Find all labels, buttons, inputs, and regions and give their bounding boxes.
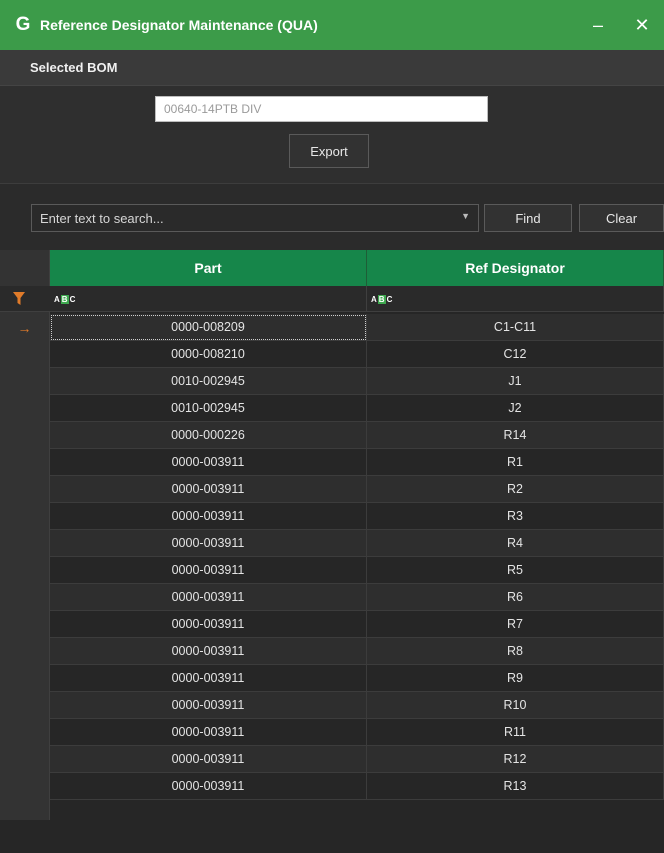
row-indicator[interactable] xyxy=(0,773,50,800)
ref-designator-cell[interactable]: J2 xyxy=(367,395,664,422)
ref-designator-cell[interactable]: C12 xyxy=(367,341,664,368)
ref-designator-cell[interactable]: R12 xyxy=(367,746,664,773)
filter-cell-part[interactable]: ABC xyxy=(50,286,367,312)
ref-designator-cell[interactable]: R4 xyxy=(367,530,664,557)
part-cell[interactable]: 0000-008210 xyxy=(50,341,367,368)
search-input[interactable]: Enter text to search... ▼ xyxy=(31,204,479,232)
focused-row-arrow-icon[interactable]: → xyxy=(0,314,50,341)
table-row[interactable]: 0000-003911 R10 xyxy=(0,692,664,719)
ref-designator-cell[interactable]: R3 xyxy=(367,503,664,530)
table-row[interactable]: 0000-003911 R4 xyxy=(0,530,664,557)
part-cell[interactable]: 0010-002945 xyxy=(50,395,367,422)
row-indicator[interactable] xyxy=(0,368,50,395)
window-title: Reference Designator Maintenance (QUA) xyxy=(40,17,318,33)
ref-designator-grid: Part Ref Designator ABC ABC → 0000-008209… xyxy=(0,250,664,853)
ref-designator-cell[interactable]: R1 xyxy=(367,449,664,476)
row-indicator[interactable] xyxy=(0,422,50,449)
row-indicator[interactable] xyxy=(0,638,50,665)
minimize-button[interactable]: – xyxy=(576,0,620,50)
part-cell[interactable]: 0010-002945 xyxy=(50,368,367,395)
part-cell[interactable]: 0000-003911 xyxy=(50,611,367,638)
ref-designator-cell[interactable]: R11 xyxy=(367,719,664,746)
row-indicator[interactable] xyxy=(0,449,50,476)
filter-cell-ref-designator[interactable]: ABC xyxy=(367,286,664,312)
part-cell[interactable]: 0000-003911 xyxy=(50,719,367,746)
ref-designator-cell[interactable]: R2 xyxy=(367,476,664,503)
ref-designator-cell[interactable]: J1 xyxy=(367,368,664,395)
filter-icon[interactable] xyxy=(13,292,25,306)
row-indicator[interactable] xyxy=(0,530,50,557)
part-cell[interactable]: 0000-003911 xyxy=(50,476,367,503)
selected-bom-header: Selected BOM xyxy=(0,50,664,86)
table-row[interactable]: 0000-003911 R7 xyxy=(0,611,664,638)
row-indicator[interactable] xyxy=(0,746,50,773)
bom-field[interactable]: 00640-14PTB DIV xyxy=(155,96,488,122)
row-indicator[interactable] xyxy=(0,557,50,584)
ref-designator-cell[interactable]: R8 xyxy=(367,638,664,665)
table-row[interactable]: 0010-002945 J2 xyxy=(0,395,664,422)
table-row[interactable]: 0000-003911 R13 xyxy=(0,773,664,800)
find-button[interactable]: Find xyxy=(484,204,572,232)
row-indicator[interactable] xyxy=(0,503,50,530)
ref-designator-cell[interactable]: R9 xyxy=(367,665,664,692)
table-row[interactable]: 0000-008210 C12 xyxy=(0,341,664,368)
table-row[interactable]: 0000-003911 R8 xyxy=(0,638,664,665)
part-cell[interactable]: 0000-008209 xyxy=(50,314,367,341)
table-row[interactable]: 0000-003911 R11 xyxy=(0,719,664,746)
column-header-ref-designator[interactable]: Ref Designator xyxy=(367,250,664,286)
clear-button[interactable]: Clear xyxy=(579,204,664,232)
part-cell[interactable]: 0000-003911 xyxy=(50,665,367,692)
dropdown-arrow-icon[interactable]: ▼ xyxy=(461,211,470,221)
title-bar: G Reference Designator Maintenance (QUA)… xyxy=(0,0,664,50)
row-indicator[interactable] xyxy=(0,584,50,611)
table-row[interactable]: 0000-000226 R14 xyxy=(0,422,664,449)
app-logo-icon: G xyxy=(15,14,31,35)
row-indicator[interactable] xyxy=(0,341,50,368)
ref-designator-cell[interactable]: R5 xyxy=(367,557,664,584)
part-cell[interactable]: 0000-003911 xyxy=(50,557,367,584)
table-row[interactable]: 0000-003911 R5 xyxy=(0,557,664,584)
row-indicator[interactable] xyxy=(0,719,50,746)
search-placeholder: Enter text to search... xyxy=(40,210,164,226)
part-cell[interactable]: 0000-003911 xyxy=(50,530,367,557)
table-row[interactable]: → 0000-008209 C1-C11 xyxy=(0,314,664,341)
table-row[interactable]: 0000-003911 R9 xyxy=(0,665,664,692)
export-button[interactable]: Export xyxy=(289,134,369,168)
auto-filter-row: ABC ABC xyxy=(0,286,664,312)
close-button[interactable]: ✕ xyxy=(620,0,664,50)
row-indicator[interactable] xyxy=(0,395,50,422)
part-cell[interactable]: 0000-003911 xyxy=(50,773,367,800)
row-indicator[interactable] xyxy=(0,611,50,638)
part-cell[interactable]: 0000-003911 xyxy=(50,638,367,665)
row-indicator[interactable] xyxy=(0,665,50,692)
ref-designator-cell[interactable]: R14 xyxy=(367,422,664,449)
search-bar: Enter text to search... ▼ Find Clear xyxy=(0,184,664,250)
part-cell[interactable]: 0000-003911 xyxy=(50,449,367,476)
table-row[interactable]: 0000-003911 R3 xyxy=(0,503,664,530)
row-indicator[interactable] xyxy=(0,692,50,719)
ref-designator-cell[interactable]: C1-C11 xyxy=(367,314,664,341)
part-cell[interactable]: 0000-003911 xyxy=(50,503,367,530)
ref-designator-cell[interactable]: R6 xyxy=(367,584,664,611)
row-indicator[interactable] xyxy=(0,476,50,503)
part-cell[interactable]: 0000-003911 xyxy=(50,692,367,719)
table-row[interactable]: 0010-002945 J1 xyxy=(0,368,664,395)
ref-designator-cell[interactable]: R7 xyxy=(367,611,664,638)
text-filter-icon: ABC xyxy=(371,294,393,304)
table-row[interactable]: 0000-003911 R1 xyxy=(0,449,664,476)
table-row[interactable]: 0000-003911 R12 xyxy=(0,746,664,773)
ref-designator-cell[interactable]: R10 xyxy=(367,692,664,719)
part-cell[interactable]: 0000-003911 xyxy=(50,584,367,611)
ref-designator-cell[interactable]: R13 xyxy=(367,773,664,800)
bom-panel: 00640-14PTB DIV Export xyxy=(0,86,664,184)
part-cell[interactable]: 0000-003911 xyxy=(50,746,367,773)
table-row[interactable]: 0000-003911 R6 xyxy=(0,584,664,611)
text-filter-icon: ABC xyxy=(54,294,76,304)
table-row[interactable]: 0000-003911 R2 xyxy=(0,476,664,503)
column-header-part[interactable]: Part xyxy=(50,250,367,286)
part-cell[interactable]: 0000-000226 xyxy=(50,422,367,449)
